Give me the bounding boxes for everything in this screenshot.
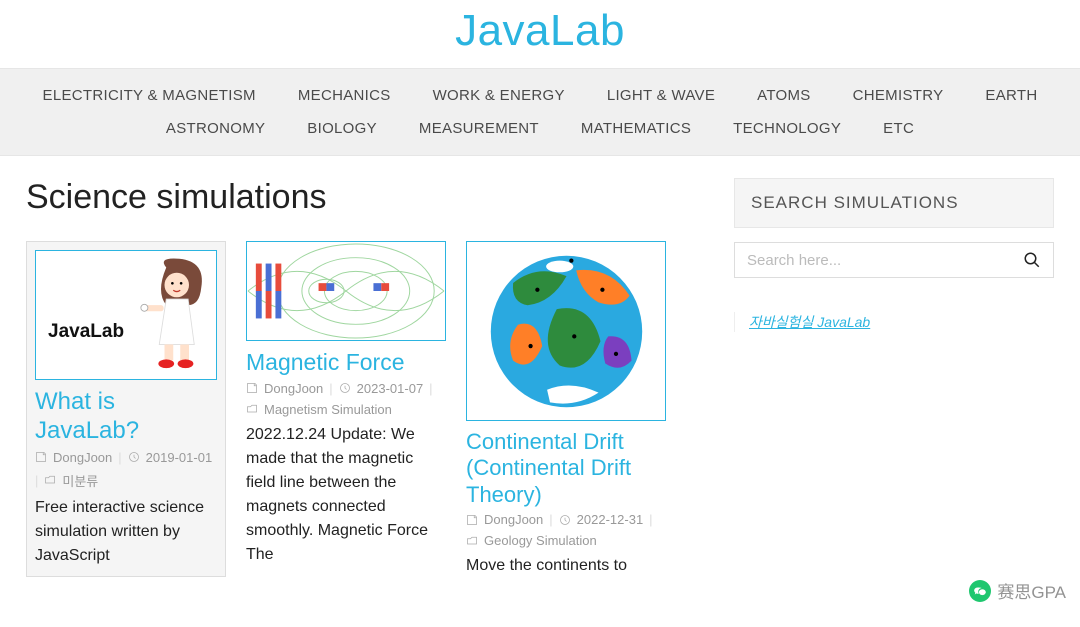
post-category[interactable]: 미분류 xyxy=(62,471,98,490)
folder-icon xyxy=(246,403,258,415)
sidebar: SEARCH SIMULATIONS 자바실험실 JavaLab xyxy=(734,178,1054,578)
search-input[interactable] xyxy=(747,252,1023,269)
nav-item[interactable]: ELECTRICITY & MAGNETISM xyxy=(43,87,256,104)
post-title[interactable]: Continental Drift (Continental Drift The… xyxy=(466,429,666,508)
post-author: DongJoon xyxy=(53,450,112,465)
site-title[interactable]: JavaLab xyxy=(0,6,1080,56)
post-date: 2022-12-31 xyxy=(577,512,644,527)
nav-item[interactable]: CHEMISTRY xyxy=(853,87,944,104)
sidebar-link-block: 자바실험실 JavaLab xyxy=(734,312,1054,332)
nav-item[interactable]: WORK & ENERGY xyxy=(433,87,565,104)
post-category[interactable]: Geology Simulation xyxy=(484,533,597,548)
post-meta: DongJoon | 2022-12-31 | Geology Simulati… xyxy=(466,512,666,548)
girl-illustration-icon xyxy=(140,257,210,371)
watermark: 赛思GPA xyxy=(969,578,1066,603)
clock-icon xyxy=(128,451,140,463)
post-title[interactable]: Magnetic Force xyxy=(246,349,446,377)
post-card[interactable]: Magnetic Force DongJoon | 2023-01-07 | M… xyxy=(246,241,446,567)
nav-item[interactable]: ASTRONOMY xyxy=(166,120,265,137)
search-box[interactable] xyxy=(734,242,1054,278)
nav-item[interactable]: ATOMS xyxy=(757,87,810,104)
nav-item[interactable]: EARTH xyxy=(985,87,1037,104)
post-meta: DongJoon | 2019-01-01 | 미분류 xyxy=(35,450,217,490)
post-card[interactable]: Continental Drift (Continental Drift The… xyxy=(466,241,666,578)
post-author: DongJoon xyxy=(484,512,543,527)
author-icon xyxy=(246,382,258,394)
post-meta: DongJoon | 2023-01-07 | Magnetism Simula… xyxy=(246,381,446,417)
post-thumbnail xyxy=(246,241,446,341)
post-author: DongJoon xyxy=(264,381,323,396)
post-title[interactable]: What is JavaLab? xyxy=(35,388,217,446)
author-icon xyxy=(35,451,47,463)
thumbnail-label: JavaLab xyxy=(48,321,124,343)
globe-icon xyxy=(484,249,649,414)
search-widget-title: SEARCH SIMULATIONS xyxy=(734,178,1054,228)
post-excerpt: Move the continents to xyxy=(466,554,666,578)
author-icon xyxy=(466,514,478,526)
sidebar-external-link[interactable]: 자바실험실 JavaLab xyxy=(749,314,870,330)
post-card[interactable]: JavaLab What is JavaLab? DongJoon | 2019… xyxy=(26,241,226,577)
main-content: Science simulations xyxy=(0,156,1080,600)
post-excerpt: 2022.12.24 Update: We made that the magn… xyxy=(246,423,446,567)
magnet-field-icon xyxy=(247,242,445,340)
wechat-icon xyxy=(969,580,991,602)
nav-item[interactable]: BIOLOGY xyxy=(307,120,377,137)
post-excerpt: Free interactive science simulation writ… xyxy=(35,496,217,568)
nav-item[interactable]: MATHEMATICS xyxy=(581,120,691,137)
clock-icon xyxy=(559,514,571,526)
nav-item[interactable]: MEASUREMENT xyxy=(419,120,539,137)
content-column: Science simulations xyxy=(26,178,710,578)
post-date: 2019-01-01 xyxy=(146,450,213,465)
site-header: JavaLab xyxy=(0,0,1080,68)
post-thumbnail xyxy=(466,241,666,421)
folder-icon xyxy=(44,474,56,486)
nav-item[interactable]: ETC xyxy=(883,120,914,137)
nav-item[interactable]: TECHNOLOGY xyxy=(733,120,841,137)
nav-item[interactable]: MECHANICS xyxy=(298,87,391,104)
main-nav: ELECTRICITY & MAGNETISM MECHANICS WORK &… xyxy=(0,68,1080,156)
post-category[interactable]: Magnetism Simulation xyxy=(264,402,392,417)
page-title: Science simulations xyxy=(26,178,710,217)
nav-row-1: ELECTRICITY & MAGNETISM MECHANICS WORK &… xyxy=(0,79,1080,112)
nav-row-2: ASTRONOMY BIOLOGY MEASUREMENT MATHEMATIC… xyxy=(0,112,1080,145)
folder-icon xyxy=(466,535,478,547)
nav-item[interactable]: LIGHT & WAVE xyxy=(607,87,715,104)
clock-icon xyxy=(339,382,351,394)
watermark-text: 赛思GPA xyxy=(997,578,1066,603)
card-grid: JavaLab What is JavaLab? DongJoon | 2019… xyxy=(26,241,710,578)
search-icon[interactable] xyxy=(1023,251,1041,269)
post-thumbnail: JavaLab xyxy=(35,250,217,380)
post-date: 2023-01-07 xyxy=(357,381,424,396)
